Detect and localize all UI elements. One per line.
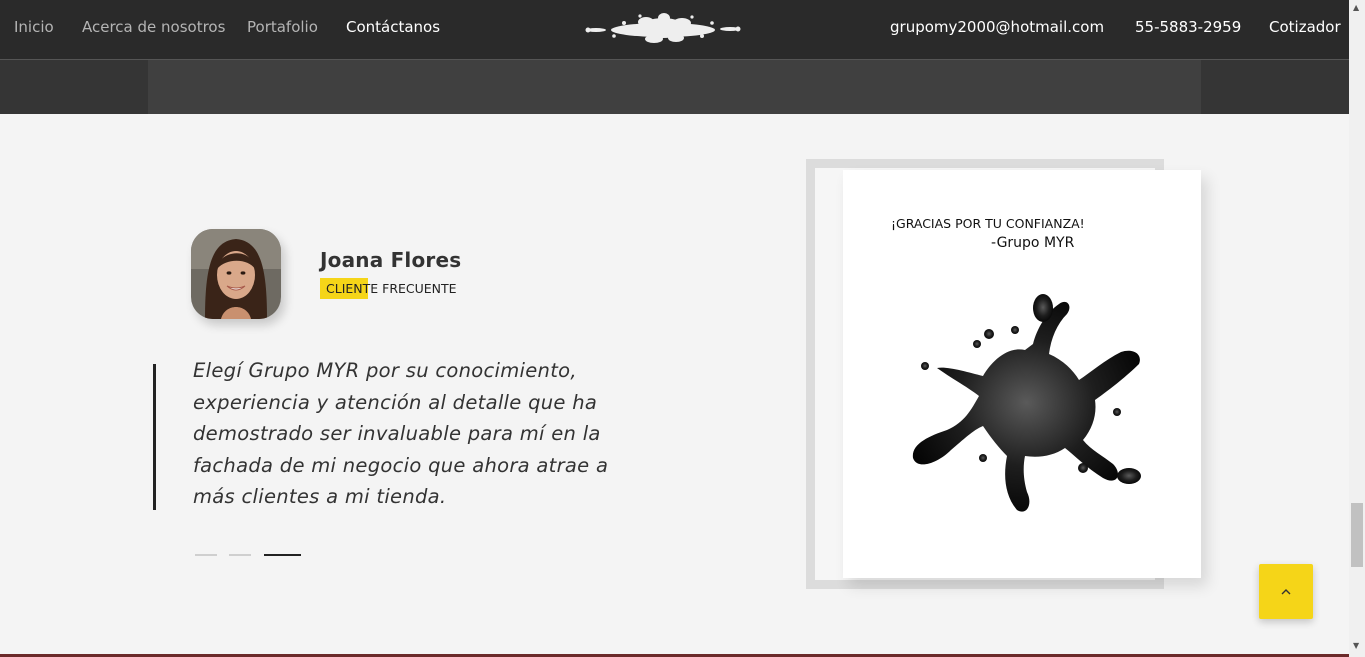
ink-splash-logo[interactable] xyxy=(584,12,742,46)
testimonial-quote: Elegí Grupo MYR por su conocimiento, exp… xyxy=(193,359,609,509)
ink-splash-image xyxy=(912,294,1141,512)
scroll-down-arrow-icon[interactable]: ▼ xyxy=(1353,641,1359,650)
client-name: Joana Flores xyxy=(320,248,462,272)
back-to-top-button[interactable] xyxy=(1259,564,1313,619)
slider-dot-2[interactable] xyxy=(229,554,251,556)
client-avatar xyxy=(191,229,281,319)
chevron-up-icon xyxy=(1281,588,1291,594)
nav-portafolio-link[interactable]: Portafolio xyxy=(247,18,318,36)
scrollbar-thumb[interactable] xyxy=(1351,503,1363,567)
nav-acerca-link[interactable]: Acerca de nosotros xyxy=(82,18,225,36)
client-role-badge: CLIENTE FRECUENTE xyxy=(320,278,457,299)
card-title: ¡GRACIAS POR TU CONFIANZA! xyxy=(891,216,1085,231)
nav-phone-link[interactable]: 55-5883-2959 xyxy=(1135,18,1241,36)
top-navbar: Inicio Acerca de nosotros Portafolio Con… xyxy=(0,0,1349,60)
thank-you-card: ¡GRACIAS POR TU CONFIANZA! -Grupo MYR xyxy=(843,170,1201,578)
slider-dot-1[interactable] xyxy=(195,554,217,556)
nav-contactanos-link[interactable]: Contáctanos xyxy=(346,18,440,36)
quote-accent-bar xyxy=(153,364,156,510)
slider-dot-3-active[interactable] xyxy=(264,554,301,556)
nav-inicio-link[interactable]: Inicio xyxy=(14,18,54,36)
nav-email-link[interactable]: grupomy2000@hotmail.com xyxy=(890,18,1104,36)
previous-section-content xyxy=(148,60,1201,114)
nav-cotizador-link[interactable]: Cotizador xyxy=(1269,18,1341,36)
scroll-up-arrow-icon[interactable]: ▲ xyxy=(1353,3,1359,12)
card-signature: -Grupo MYR xyxy=(991,235,1075,251)
client-role-text: CLIENTE FRECUENTE xyxy=(326,281,457,296)
